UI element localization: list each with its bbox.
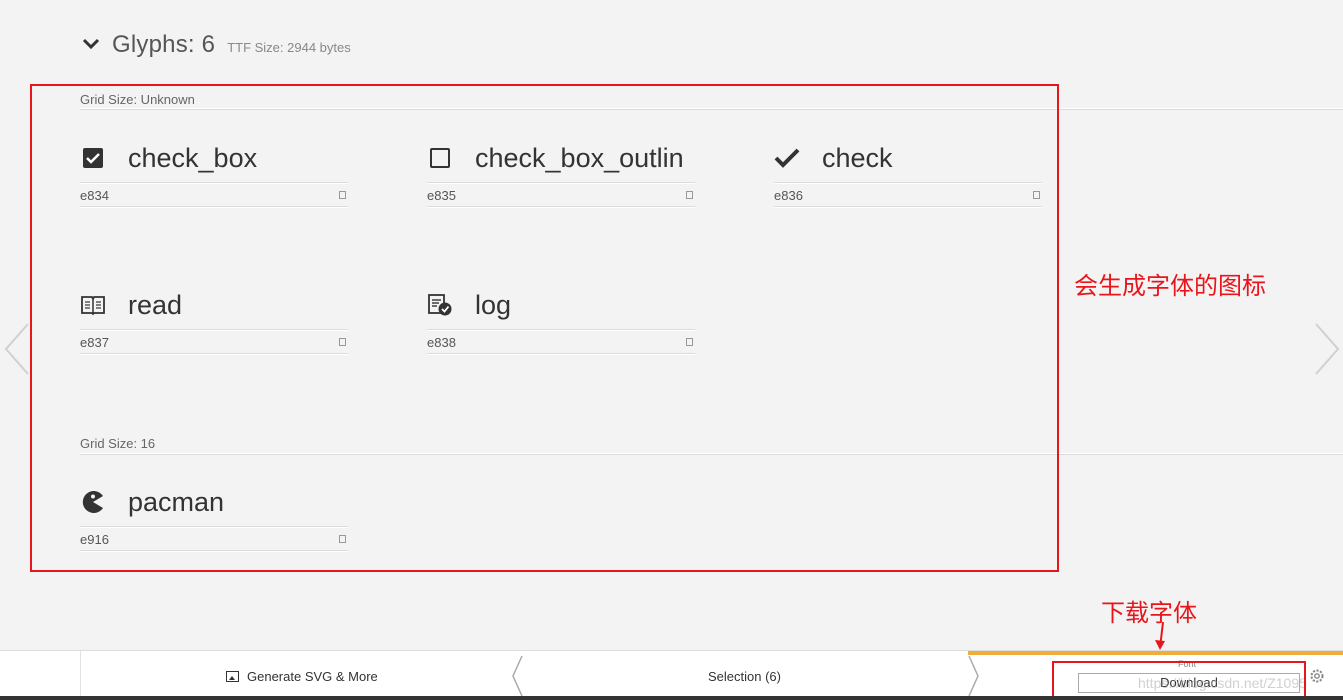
ttf-size-label: TTF Size: 2944 bytes bbox=[227, 40, 351, 55]
glyph-annotation: 会生成字体的图标 bbox=[1074, 272, 1266, 300]
toolbar-divider bbox=[80, 651, 81, 700]
gear-icon[interactable] bbox=[1308, 667, 1326, 685]
chevron-right-icon[interactable] bbox=[967, 654, 981, 698]
chevron-left-icon[interactable] bbox=[510, 654, 524, 698]
glyphs-title: Glyphs: 6 bbox=[112, 31, 216, 58]
previous-arrow-icon[interactable] bbox=[2, 322, 32, 376]
download-accent-bar bbox=[968, 651, 1343, 655]
next-arrow-icon[interactable] bbox=[1312, 322, 1342, 376]
image-icon bbox=[226, 670, 239, 682]
glyph-highlight-box bbox=[30, 84, 1059, 572]
annotation-arrow-icon bbox=[1155, 621, 1165, 650]
download-annotation: 下载字体 bbox=[1101, 599, 1197, 627]
selection-label: Selection (6) bbox=[708, 668, 781, 684]
download-highlight-box bbox=[1052, 661, 1306, 699]
chevron-down-icon[interactable] bbox=[80, 33, 102, 55]
generate-svg-button[interactable]: Generate SVG & More bbox=[226, 651, 378, 700]
glyphs-header[interactable]: Glyphs: 6 TTF Size: 2944 bytes bbox=[80, 30, 351, 59]
selection-button[interactable]: Selection (6) bbox=[708, 651, 781, 700]
bottom-toolbar: Generate SVG & More Selection (6) Font D… bbox=[0, 650, 1343, 700]
window-bottom-edge bbox=[0, 696, 1343, 700]
generate-svg-label: Generate SVG & More bbox=[247, 668, 378, 684]
